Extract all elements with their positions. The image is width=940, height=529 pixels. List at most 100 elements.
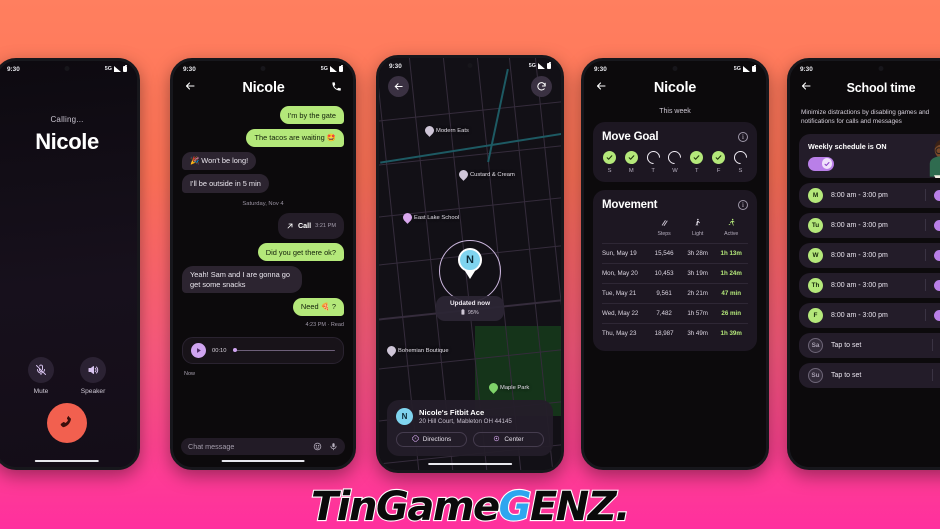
map-pin[interactable]: Bohemian Boutique bbox=[385, 344, 449, 358]
directions-button[interactable]: Directions bbox=[396, 432, 467, 447]
schedule-row-thursday[interactable]: Th 8:00 am - 3:00 pm bbox=[799, 272, 940, 298]
schedule-toggle[interactable] bbox=[934, 219, 940, 231]
schedule-row-monday[interactable]: M 8:00 am - 3:00 pm bbox=[799, 182, 940, 208]
voice-note-scrubber[interactable] bbox=[232, 349, 335, 352]
directions-icon bbox=[411, 434, 419, 444]
schedule-row-sunday[interactable]: Su Tap to set ✕ bbox=[799, 362, 940, 388]
network-label: 5G bbox=[528, 63, 536, 69]
day-chip: Th bbox=[808, 277, 823, 293]
call-log-chip[interactable]: Call 3:21 PM bbox=[277, 212, 344, 239]
day-chip: Sa bbox=[808, 337, 823, 353]
watermark-part1: TinGame bbox=[310, 484, 501, 529]
map-pin[interactable]: Custard & Cream bbox=[457, 168, 515, 182]
schedule-row-saturday[interactable]: Sa Tap to set ✕ bbox=[799, 332, 940, 358]
goal-day[interactable]: T bbox=[643, 148, 663, 174]
device-info-card: N Nicole's Fitbit Ace 20 Hill Court, Mab… bbox=[387, 400, 553, 456]
speaker-label: Speaker bbox=[80, 388, 106, 395]
row-steps: 10,453 bbox=[654, 270, 674, 277]
page-title: School time bbox=[846, 81, 916, 95]
info-icon[interactable]: i bbox=[738, 132, 748, 142]
emoji-icon[interactable] bbox=[313, 438, 322, 456]
back-arrow-icon[interactable] bbox=[595, 79, 607, 97]
back-arrow-icon[interactable] bbox=[184, 79, 196, 97]
schedule-time: 8:00 am - 3:00 pm bbox=[831, 281, 888, 289]
call-chip-label: Call bbox=[297, 221, 312, 230]
refresh-icon[interactable] bbox=[531, 76, 552, 97]
chat-input-bar[interactable]: Chat message bbox=[181, 438, 345, 455]
goal-day[interactable]: M bbox=[624, 151, 638, 174]
mute-button[interactable]: Mute bbox=[28, 357, 54, 395]
row-light: 3h 19m bbox=[687, 270, 708, 277]
microphone-icon[interactable] bbox=[329, 438, 338, 456]
row-day: Wed, May 22 bbox=[602, 310, 639, 317]
table-row[interactable]: Tue, May 21 9,561 2h 21m 47 min bbox=[602, 283, 748, 303]
phone-icon[interactable] bbox=[331, 79, 342, 97]
steps-label: Steps bbox=[657, 231, 671, 237]
row-day: Thu, May 23 bbox=[602, 330, 637, 337]
school-time-header: School time bbox=[790, 75, 940, 99]
goal-day[interactable]: S bbox=[603, 151, 616, 174]
row-active: 1h 24m bbox=[720, 270, 742, 277]
row-active: 1h 13m bbox=[720, 250, 742, 257]
voice-note-duration: 00:10 bbox=[212, 347, 227, 354]
info-icon[interactable]: i bbox=[738, 200, 748, 210]
map-pin-label: East Lake School bbox=[414, 214, 460, 221]
goal-day[interactable]: T bbox=[690, 151, 704, 174]
map-pin[interactable]: East Lake School bbox=[401, 211, 460, 225]
goal-ring-complete bbox=[690, 151, 704, 164]
location-status-chip: Updated now 95% bbox=[435, 296, 505, 321]
table-row[interactable]: Wed, May 22 7,482 1h 57m 26 min bbox=[602, 303, 748, 323]
end-call-button[interactable] bbox=[47, 403, 87, 443]
map-pin-label: Bohemian Boutique bbox=[398, 347, 449, 354]
row-day: Mon, May 20 bbox=[602, 270, 638, 277]
schedule-time: 8:00 am - 3:00 pm bbox=[831, 251, 888, 259]
row-light: 3h 28m bbox=[687, 250, 708, 257]
schedule-toggle[interactable] bbox=[934, 309, 940, 321]
signal-icon bbox=[330, 66, 337, 72]
play-icon[interactable] bbox=[191, 343, 206, 358]
schedule-toggle[interactable] bbox=[934, 279, 940, 291]
table-row[interactable]: Thu, May 23 18,987 3h 49m 1h 39m bbox=[602, 323, 748, 343]
movement-card: Movement i Steps Light Active Sun, May 1… bbox=[593, 190, 757, 351]
goal-day[interactable]: W bbox=[665, 148, 685, 174]
table-row[interactable]: Sun, May 19 15,546 3h 28m 1h 13m bbox=[602, 243, 748, 263]
camera-notch bbox=[260, 66, 266, 71]
location-updated-text: Updated now bbox=[449, 300, 491, 307]
speaker-button[interactable]: Speaker bbox=[80, 357, 106, 395]
day-chip: M bbox=[808, 187, 823, 203]
signal-icon bbox=[538, 63, 545, 69]
speaker-icon bbox=[80, 357, 106, 383]
day-chip: Tu bbox=[808, 217, 823, 233]
goal-day[interactable]: F bbox=[712, 151, 726, 174]
row-steps: 7,482 bbox=[656, 310, 672, 317]
weekly-schedule-toggle[interactable] bbox=[808, 156, 834, 171]
contact-location-marker[interactable]: N bbox=[458, 248, 482, 279]
network-label: 5G bbox=[104, 66, 112, 72]
avatar: N bbox=[396, 408, 413, 425]
row-day: Sun, May 19 bbox=[602, 250, 637, 257]
schedule-toggle[interactable] bbox=[934, 189, 940, 201]
map-pin[interactable]: Modern Eats bbox=[423, 124, 469, 138]
status-time: 9:30 bbox=[183, 65, 196, 73]
row-steps: 18,987 bbox=[654, 330, 674, 337]
message-bubble: The tacos are waiting 🤩 bbox=[246, 128, 344, 147]
schedule-row-tuesday[interactable]: Tu 8:00 am - 3:00 pm bbox=[799, 212, 940, 238]
table-row[interactable]: Mon, May 20 10,453 3h 19m 1h 24m bbox=[602, 263, 748, 283]
goal-day[interactable]: S bbox=[731, 148, 750, 174]
end-call-icon bbox=[60, 415, 71, 428]
battery-icon bbox=[339, 65, 343, 73]
schedule-row-wednesday[interactable]: W 8:00 am - 3:00 pm bbox=[799, 242, 940, 268]
call-controls: Mute Speaker bbox=[0, 357, 137, 395]
center-button[interactable]: Center bbox=[473, 432, 544, 447]
back-arrow-icon[interactable] bbox=[388, 76, 409, 97]
schedule-toggle[interactable] bbox=[934, 249, 940, 261]
voice-note[interactable]: 00:10 bbox=[182, 337, 344, 364]
park-pin-icon bbox=[487, 381, 500, 395]
row-active: 26 min bbox=[721, 310, 742, 317]
screenshot-stage: 9:30 5G Calling... Nicole Mute Speaker 9… bbox=[0, 0, 940, 529]
weekly-schedule-banner: Weekly schedule is ON bbox=[799, 133, 940, 178]
schedule-row-friday[interactable]: F 8:00 am - 3:00 pm bbox=[799, 302, 940, 328]
map-pin[interactable]: Maple Park bbox=[487, 381, 529, 395]
shop-pin-icon bbox=[385, 344, 398, 358]
restaurant-pin-icon bbox=[423, 124, 436, 138]
